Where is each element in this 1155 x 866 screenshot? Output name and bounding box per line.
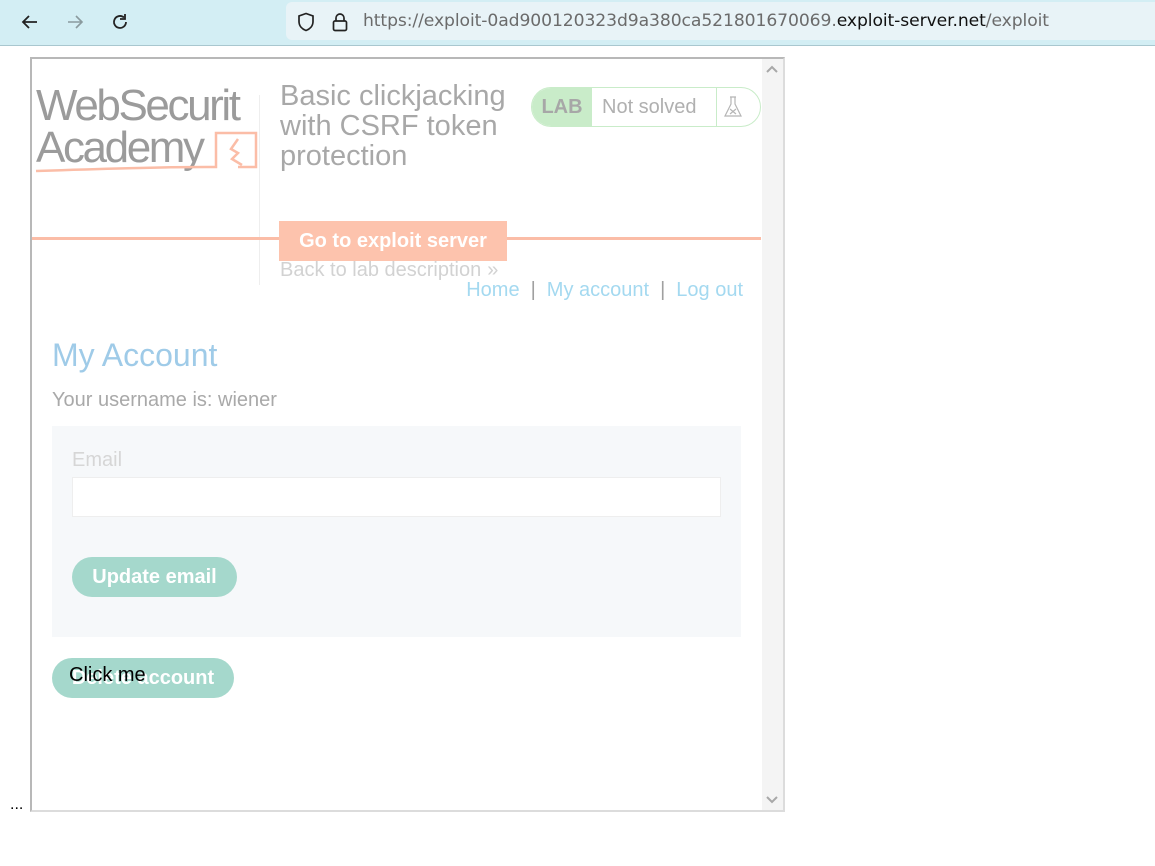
address-bar[interactable]: https://exploit-0ad900120323d9a380ca5218…	[286, 2, 1155, 40]
scroll-up-icon[interactable]	[765, 62, 779, 76]
change-email-form: Email Update email	[52, 426, 741, 637]
ellipsis-text: ...	[10, 796, 24, 813]
web-security-academy-logo: WebSecurit Academy	[35, 81, 261, 177]
double-chevron-right-icon: »	[487, 259, 499, 281]
scroll-down-icon[interactable]	[765, 793, 779, 807]
badge-divider	[716, 88, 717, 126]
nav-home-link[interactable]: Home	[466, 279, 519, 301]
url-host: exploit-server.net	[836, 11, 986, 31]
nav-my-account-link[interactable]: My account	[547, 279, 649, 301]
click-me-decoy[interactable]: Click me	[69, 664, 146, 687]
exploit-iframe: WebSecurit Academy Basic clickjacking wi…	[30, 57, 785, 812]
forward-arrow-icon	[68, 15, 84, 29]
lab-status-badge: LAB Not solved	[531, 87, 761, 127]
reload-button[interactable]	[106, 8, 134, 36]
logo-face-icon	[35, 131, 258, 173]
browser-toolbar: https://exploit-0ad900120323d9a380ca5218…	[0, 0, 1155, 46]
nav-separator: |	[660, 279, 666, 301]
lab-status-text: Not solved	[602, 96, 697, 118]
top-navigation: Home | My account | Log out	[466, 279, 743, 302]
url-path: /exploit	[985, 11, 1049, 31]
flask-icon	[724, 96, 742, 117]
email-input[interactable]	[72, 477, 721, 517]
back-arrow-icon	[21, 15, 37, 29]
lock-icon[interactable]	[329, 11, 351, 33]
forward-button[interactable]	[61, 8, 89, 36]
url-text[interactable]: https://exploit-0ad900120323d9a380ca5218…	[363, 11, 1049, 31]
email-label: Email	[72, 449, 123, 471]
lab-title: Basic clickjacking with CSRF token prote…	[280, 80, 506, 172]
url-prefix: https://exploit-0ad900120323d9a380ca5218…	[363, 11, 837, 31]
back-button[interactable]	[16, 8, 44, 36]
username-text: Your username is: wiener	[52, 389, 277, 411]
lab-tag: LAB	[532, 88, 592, 126]
header-divider	[259, 95, 260, 285]
back-link-label: Back to lab description	[280, 259, 482, 281]
nav-log-out-link[interactable]: Log out	[676, 279, 743, 301]
update-email-button[interactable]: Update email	[72, 557, 237, 597]
shield-icon[interactable]	[295, 11, 317, 33]
go-to-exploit-server-button[interactable]: Go to exploit server	[279, 221, 507, 261]
nav-separator: |	[530, 279, 536, 301]
page-title: My Account	[52, 337, 218, 373]
iframe-scrollbar[interactable]	[762, 59, 783, 810]
logo-line-1: WebSecurit	[36, 81, 241, 130]
reload-icon	[113, 14, 127, 29]
